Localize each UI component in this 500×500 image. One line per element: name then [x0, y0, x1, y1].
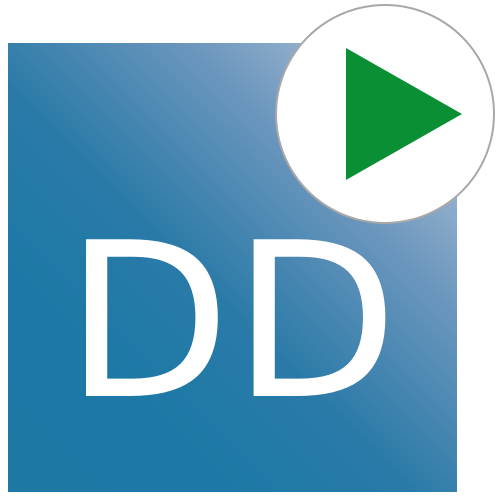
- play-icon: [346, 48, 462, 180]
- logo-text: DD: [64, 196, 401, 447]
- play-badge: [277, 6, 493, 222]
- app-icon: DD: [0, 0, 500, 500]
